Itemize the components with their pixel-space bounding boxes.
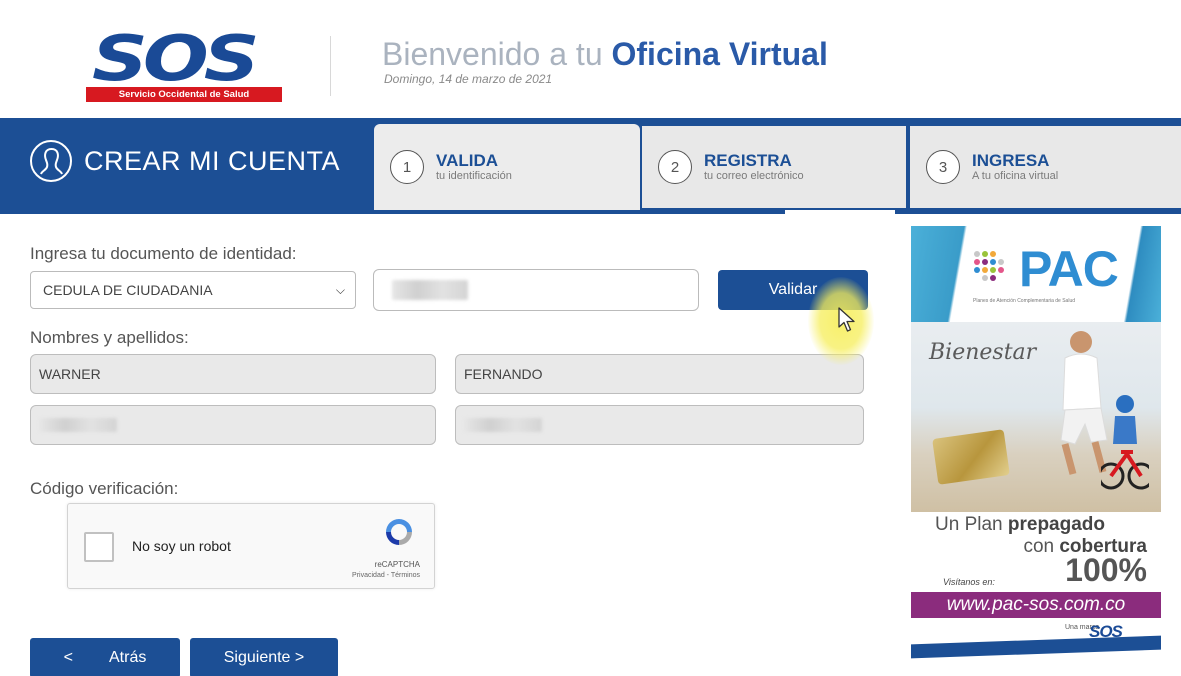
pac-advertisement[interactable]: PAC Planes de Atención Complementaria de… <box>911 226 1161 660</box>
create-account-title: CREAR MI CUENTA <box>84 145 341 176</box>
mouse-cursor-icon <box>838 307 856 338</box>
first-surname-field[interactable] <box>30 405 436 445</box>
chevron-down-icon: ⌵ <box>335 283 345 297</box>
ad-footer: Una marca SOS <box>911 618 1161 660</box>
ad-percent: 100% <box>1065 552 1147 588</box>
step-title: VALIDA <box>436 150 499 170</box>
recaptcha-label: No soy un robot <box>132 538 231 554</box>
current-date: Domingo, 14 de marzo de 2021 <box>384 72 553 86</box>
back-label: Atrás <box>109 649 147 666</box>
welcome-title: Bienvenido a tu Oficina Virtual <box>382 38 828 70</box>
ad-script-title: Bienestar <box>929 340 1037 365</box>
ad-swoosh <box>911 635 1161 659</box>
plan-line1-strong: prepagado <box>1007 514 1105 535</box>
steps-bar: CREAR MI CUENTA 1 VALIDA tu identificaci… <box>0 118 1181 214</box>
step-ingresa[interactable]: 3 INGRESA A tu oficina virtual <box>910 126 1181 208</box>
step-number: 3 <box>926 150 960 184</box>
recaptcha-brand: reCAPTCHA <box>374 560 420 569</box>
step-subtitle: tu identificación <box>436 169 512 182</box>
plan-line1-prefix: Un Plan <box>935 514 1008 535</box>
second-surname-field[interactable] <box>455 405 864 445</box>
step-registra[interactable]: 2 REGISTRA tu correo electrónico <box>642 126 906 208</box>
child-bike-image <box>1101 395 1149 490</box>
recaptcha-links[interactable]: Privacidad - Términos <box>352 572 420 579</box>
plan-line2-prefix: con <box>1023 536 1060 557</box>
step-separator <box>785 210 895 214</box>
step-number: 1 <box>390 150 424 184</box>
document-label: Ingresa tu documento de identidad: <box>30 244 297 263</box>
document-number-input[interactable] <box>373 269 699 311</box>
back-arrow: < <box>63 649 73 666</box>
pac-subtitle: Planes de Atención Complementaria de Sal… <box>973 298 1076 304</box>
next-button[interactable]: Siguiente > <box>190 638 338 676</box>
names-label: Nombres y apellidos: <box>30 328 189 347</box>
step-valida[interactable]: 1 VALIDA tu identificación <box>374 124 640 210</box>
recaptcha-icon <box>383 516 415 553</box>
logo-text: SOS <box>92 22 260 95</box>
step-title: INGRESA <box>972 150 1050 170</box>
ad-photo: Bienestar <box>911 322 1161 512</box>
step-number: 2 <box>658 150 692 184</box>
sos-logo[interactable]: SOS Servicio Occidental de Salud <box>86 26 282 106</box>
logo-subtitle: Servicio Occidental de Salud <box>86 87 282 102</box>
welcome-prefix: Bienvenido a tu <box>382 36 612 72</box>
first-name-field[interactable]: WARNER <box>30 354 436 394</box>
pac-banner: PAC Planes de Atención Complementaria de… <box>911 226 1161 322</box>
redacted-value <box>392 280 468 300</box>
step-subtitle: tu correo electrónico <box>704 169 804 182</box>
step-subtitle: A tu oficina virtual <box>972 169 1059 182</box>
ad-url[interactable]: www.pac-sos.com.co <box>911 592 1161 618</box>
ad-visit-label: Visítanos en: <box>943 577 995 587</box>
pac-brand: PAC <box>1019 241 1119 297</box>
user-circle-icon <box>30 140 72 182</box>
recaptcha-widget: No soy un robot reCAPTCHA Privacidad - T… <box>67 503 435 589</box>
step-title: REGISTRA <box>704 150 792 170</box>
gold-card-image <box>932 429 1010 485</box>
pac-dots-logo <box>971 248 1013 293</box>
header-divider <box>330 36 331 96</box>
back-button[interactable]: < Atrás <box>30 638 180 676</box>
verification-label: Código verificación: <box>30 479 179 498</box>
page-header: SOS Servicio Occidental de Salud Bienven… <box>0 0 1181 118</box>
recaptcha-checkbox[interactable] <box>84 532 114 562</box>
second-name-field[interactable]: FERNANDO <box>455 354 864 394</box>
document-type-value: CEDULA DE CIUDADANIA <box>43 282 213 298</box>
ad-plan-line1: Un Plan prepagado <box>935 514 1105 536</box>
welcome-strong: Oficina Virtual <box>611 36 828 72</box>
document-type-select[interactable]: CEDULA DE CIUDADANIA ⌵ <box>30 271 356 309</box>
redacted-value <box>464 418 542 432</box>
redacted-value <box>39 418 117 432</box>
create-account-heading: CREAR MI CUENTA <box>30 140 340 182</box>
